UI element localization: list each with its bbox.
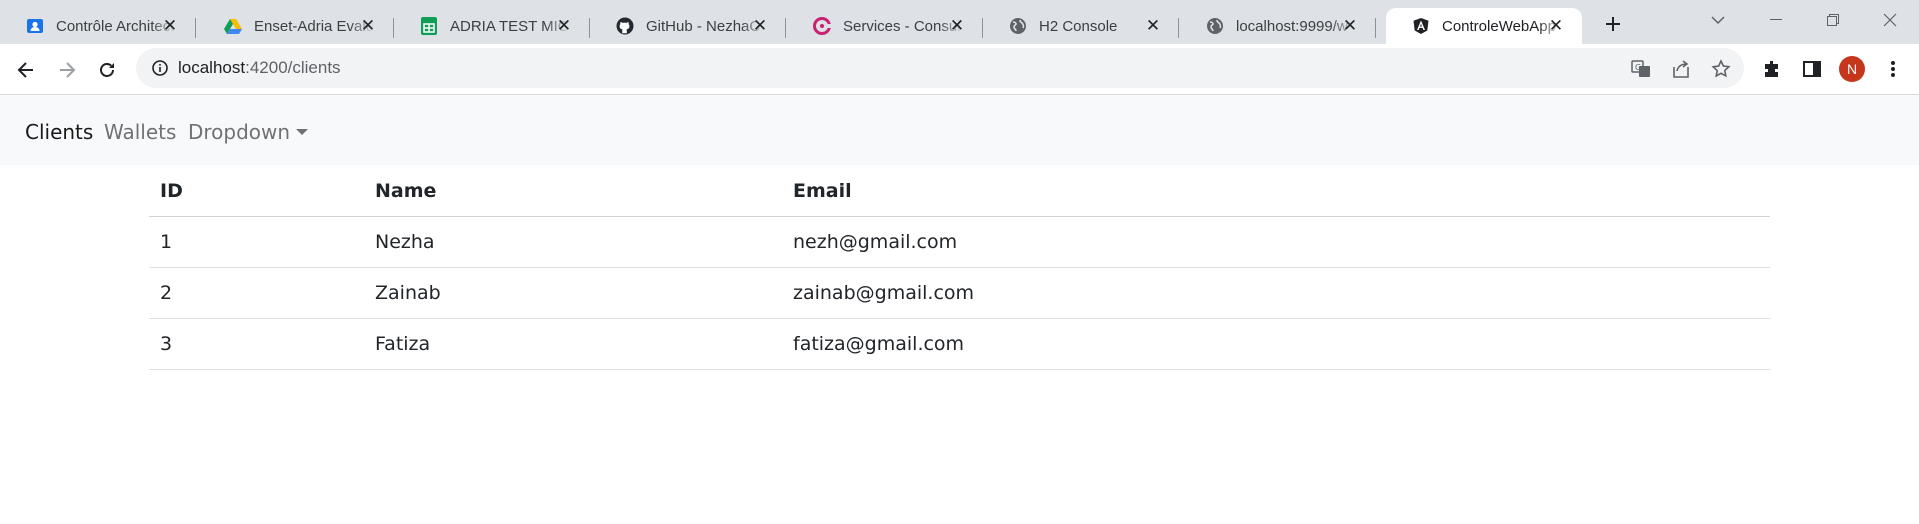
table-row: 3 Fatiza fatiza@gmail.com: [149, 318, 1770, 370]
reload-button[interactable]: [91, 54, 123, 86]
side-panel-icon[interactable]: [1797, 54, 1827, 84]
consul-icon: [813, 17, 831, 35]
profile-avatar[interactable]: N: [1839, 56, 1865, 82]
close-tab-icon[interactable]: ✕: [554, 16, 574, 36]
tab-title: localhost:9999/w: [1236, 17, 1348, 35]
cell-name: Zainab: [364, 267, 782, 319]
browser-tab-active[interactable]: ControleWebApp ✕: [1386, 8, 1582, 44]
tab-title: H2 Console: [1039, 17, 1118, 35]
close-tab-icon[interactable]: ✕: [750, 16, 770, 36]
clients-table: ID Name Email 1 Nezha nezh@gmail.com 2 Z…: [149, 165, 1770, 370]
cell-id: 2: [149, 267, 364, 319]
tab-separator: [1375, 18, 1376, 38]
chevron-down-icon: [1711, 15, 1725, 24]
cell-id: 3: [149, 318, 364, 370]
browser-tab[interactable]: Services - Consul ✕: [787, 8, 983, 44]
google-drive-icon: [224, 17, 242, 35]
back-button[interactable]: [10, 54, 42, 86]
column-header-id: ID: [149, 165, 364, 217]
arrow-right-icon: [60, 62, 76, 78]
column-header-email: Email: [782, 165, 1770, 217]
svg-text:G: G: [1635, 63, 1641, 72]
more-menu-icon[interactable]: [1878, 54, 1908, 84]
browser-tab[interactable]: ADRIA TEST MICRO ✕: [394, 8, 590, 44]
browser-tab-strip: Contrôle Architecture ✕ Enset-Adria Eval…: [0, 0, 1919, 44]
cell-name: Fatiza: [364, 318, 782, 370]
url-text: localhost:4200/clients: [178, 58, 341, 78]
address-bar[interactable]: localhost:4200/clients G: [136, 48, 1744, 88]
tab-title: Contrôle Architecture: [56, 17, 176, 35]
close-tab-icon[interactable]: ✕: [1546, 16, 1566, 36]
reload-icon: [100, 63, 114, 77]
tab-separator: [195, 18, 196, 38]
tab-separator: [1178, 18, 1179, 38]
classroom-icon: [26, 17, 44, 35]
browser-tab[interactable]: Enset-Adria Evaluation ✕: [198, 8, 394, 44]
plus-icon: [1606, 17, 1620, 31]
caret-down-icon: [296, 129, 309, 135]
site-info-icon[interactable]: [150, 58, 170, 78]
google-sheets-icon: [420, 17, 438, 35]
browser-tab[interactable]: H2 Console ✕: [983, 8, 1179, 44]
close-tab-icon[interactable]: ✕: [947, 16, 967, 36]
restore-button[interactable]: [1812, 4, 1854, 36]
github-icon: [616, 17, 634, 35]
new-tab-button[interactable]: [1598, 9, 1628, 39]
restore-icon: [1827, 14, 1839, 26]
cell-name: Nezha: [364, 216, 782, 268]
table-row: 2 Zainab zainab@gmail.com: [149, 267, 1770, 319]
page-content: Clients Wallets Dropdown ID Name Email 1…: [0, 95, 1919, 524]
minimize-button[interactable]: [1755, 4, 1797, 36]
globe-icon: [1206, 17, 1224, 35]
cell-email: fatiza@gmail.com: [782, 318, 1770, 370]
forward-button[interactable]: [51, 54, 83, 86]
close-tab-icon[interactable]: ✕: [1143, 16, 1163, 36]
tab-title: GitHub - NezhaC: [646, 17, 761, 35]
close-window-button[interactable]: [1869, 4, 1911, 36]
nav-link-clients[interactable]: Clients: [25, 120, 93, 144]
column-header-name: Name: [364, 165, 782, 217]
url-path: :4200/clients: [245, 58, 341, 77]
table-header-row: ID Name Email: [149, 165, 1770, 217]
close-tab-icon[interactable]: ✕: [358, 16, 378, 36]
nav-dropdown[interactable]: Dropdown: [188, 120, 309, 144]
close-tab-icon[interactable]: ✕: [160, 16, 180, 36]
cell-email: zainab@gmail.com: [782, 267, 1770, 319]
tab-title: ControleWebApp: [1442, 17, 1556, 35]
extensions-icon[interactable]: [1757, 54, 1787, 84]
browser-tab[interactable]: Contrôle Architecture ✕: [0, 8, 196, 44]
table-row: 1 Nezha nezh@gmail.com: [149, 216, 1770, 268]
tab-title: Services - Consul: [843, 17, 961, 35]
close-tab-icon[interactable]: ✕: [1340, 16, 1360, 36]
cell-id: 1: [149, 216, 364, 268]
browser-toolbar: localhost:4200/clients G N: [0, 44, 1919, 95]
url-host: localhost: [178, 58, 246, 77]
nav-dropdown-label: Dropdown: [188, 120, 291, 144]
tab-separator: [785, 18, 786, 38]
translate-icon[interactable]: G: [1628, 56, 1654, 82]
bookmark-star-icon[interactable]: [1708, 56, 1734, 82]
globe-icon: [1009, 17, 1027, 35]
app-navbar: Clients Wallets Dropdown: [0, 95, 1919, 165]
close-icon: [1883, 13, 1897, 27]
tab-title: Enset-Adria Evaluation: [254, 17, 374, 35]
tab-search-button[interactable]: [1697, 4, 1739, 36]
tab-title: ADRIA TEST MICRO: [450, 17, 570, 35]
browser-tab[interactable]: GitHub - NezhaC ✕: [590, 8, 786, 44]
angular-icon: [1412, 17, 1430, 35]
nav-link-wallets[interactable]: Wallets: [104, 120, 176, 144]
browser-tab[interactable]: localhost:9999/w ✕: [1180, 8, 1376, 44]
cell-email: nezh@gmail.com: [782, 216, 1770, 268]
arrow-left-icon: [17, 62, 33, 78]
minimize-icon: [1770, 19, 1782, 20]
share-icon[interactable]: [1668, 56, 1694, 82]
